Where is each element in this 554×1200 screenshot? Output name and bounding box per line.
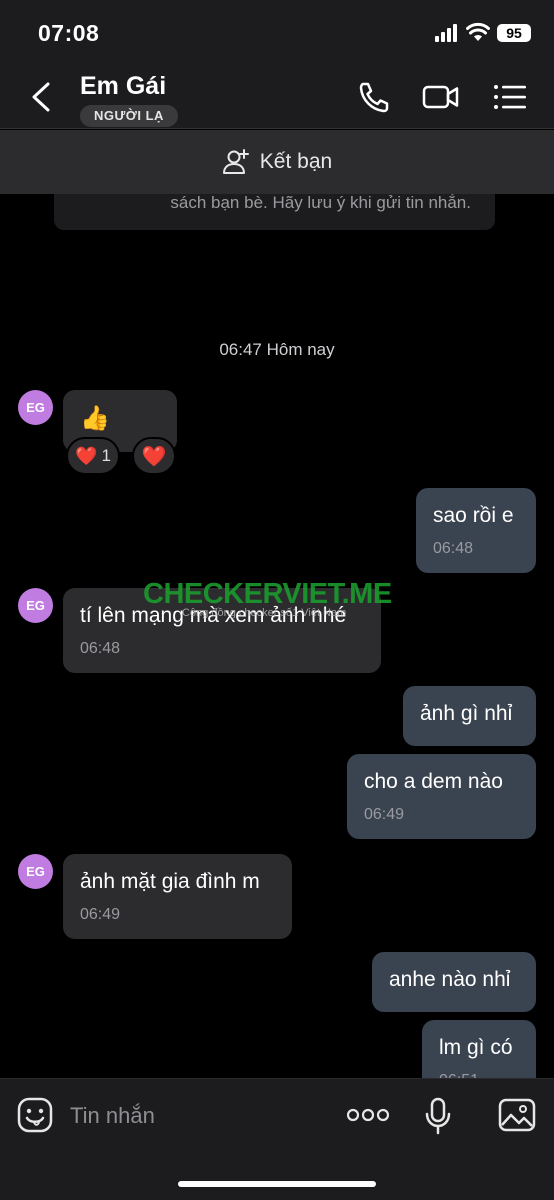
add-friend-button[interactable]: Kết bạn: [0, 130, 554, 194]
home-indicator: [178, 1181, 376, 1187]
thumbs-up-emoji: 👍: [80, 405, 110, 432]
message-bubble-incoming[interactable]: ảnh mặt gia đình m 06:49: [63, 854, 292, 939]
message-text: cho a dem nào: [364, 770, 503, 793]
message-bubble-outgoing[interactable]: anhe nào nhỉ: [372, 952, 536, 1012]
reaction-count: 1: [101, 446, 111, 465]
menu-list-icon[interactable]: [492, 80, 530, 114]
avatar[interactable]: EG: [18, 390, 53, 425]
message-text: lm gì có: [439, 1036, 513, 1059]
heart-icon: ❤️: [141, 445, 167, 468]
message-text: ảnh gì nhỉ: [420, 702, 513, 725]
message-time: 06:48: [80, 640, 121, 657]
message-time: 06:49: [364, 806, 405, 823]
time-divider: 06:47 Hôm nay: [219, 340, 335, 359]
watermark-subtitle: Cộng đồng checker số1 Việt Nam: [182, 607, 347, 619]
wifi-icon: [466, 22, 490, 41]
notice-text: sách bạn bè. Hãy lưu ý khi gửi tin nhắn.: [170, 193, 471, 212]
message-text: anhe nào nhỉ: [389, 968, 511, 991]
phone-icon[interactable]: [355, 80, 393, 114]
add-friend-label: Kết bạn: [259, 150, 333, 173]
add-reaction-button[interactable]: ❤️: [132, 437, 176, 475]
message-text: ảnh mặt gia đình m: [80, 870, 260, 893]
stranger-badge: NGƯỜI LẠ: [80, 105, 178, 127]
message-bubble-outgoing[interactable]: ảnh gì nhỉ: [403, 686, 536, 746]
message-time: 06:49: [80, 906, 121, 923]
message-input[interactable]: Tin nhắn: [70, 1103, 155, 1129]
status-bar: 07:08 95: [0, 0, 554, 62]
message-bubble-outgoing[interactable]: cho a dem nào 06:49: [347, 754, 536, 839]
signal-icon: [435, 24, 457, 42]
microphone-icon[interactable]: [424, 1097, 452, 1135]
avatar[interactable]: EG: [18, 588, 53, 623]
video-call-icon[interactable]: [422, 80, 460, 114]
more-options-icon[interactable]: [347, 1105, 389, 1125]
message-text: sao rồi e: [433, 504, 514, 527]
image-gallery-icon[interactable]: [498, 1097, 536, 1133]
contact-name[interactable]: Em Gái: [80, 72, 166, 101]
sticker-emoji-icon[interactable]: [17, 1097, 53, 1133]
reaction-summary[interactable]: ❤️ 1: [66, 437, 120, 475]
avatar[interactable]: EG: [18, 854, 53, 889]
heart-reaction-icon: ❤️: [75, 445, 98, 466]
battery-indicator: 95: [497, 24, 531, 42]
add-friend-icon: [222, 149, 249, 174]
message-time: 06:48: [433, 540, 474, 557]
message-bubble-outgoing[interactable]: sao rồi e 06:48: [416, 488, 536, 573]
status-time: 07:08: [38, 20, 100, 46]
back-arrow-icon[interactable]: [26, 80, 56, 114]
chat-header: Em Gái NGƯỜI LẠ: [0, 62, 554, 129]
